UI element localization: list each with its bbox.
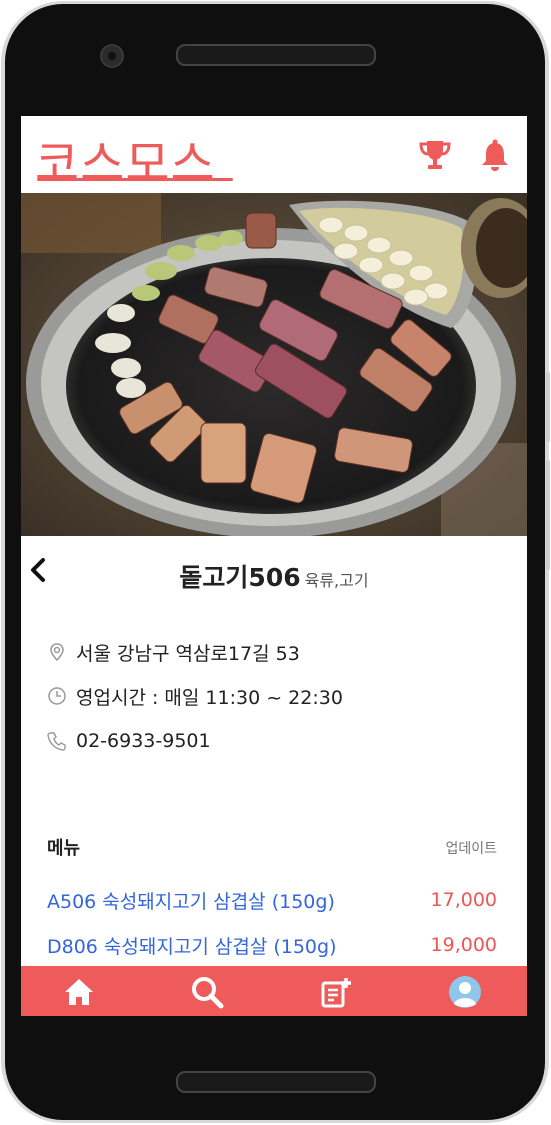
side-button — [546, 372, 550, 442]
address-row: 서울 강남구 역삼로17길 53 — [47, 638, 300, 666]
trophy-icon[interactable] — [419, 138, 451, 172]
home-icon[interactable] — [61, 974, 97, 1010]
app-screen: 코스모스 돝고기506 육류,고기 서울 강남구 역삼로17길 53 영업시간 … — [21, 116, 527, 1016]
menu-item[interactable]: D806 숙성돼지고기 삼겹살 (150g) 19,000 — [47, 931, 497, 959]
menu-item-price: 17,000 — [430, 889, 497, 911]
menu-item[interactable]: A506 숙성돼지고기 삼겹살 (150g) 17,000 — [47, 886, 497, 914]
write-icon[interactable] — [318, 974, 354, 1010]
app-logo[interactable]: 코스모스 — [35, 124, 216, 194]
bottom-nav — [21, 966, 527, 1016]
bell-icon[interactable] — [479, 138, 511, 172]
logo-underline — [37, 178, 233, 181]
app-header: 코스모스 — [21, 116, 527, 193]
earpiece-speaker — [176, 44, 376, 66]
bottom-speaker — [176, 1071, 376, 1093]
profile-icon[interactable] — [447, 974, 483, 1010]
restaurant-title: 돝고기506 육류,고기 — [21, 558, 527, 594]
phone-text[interactable]: 02-6933-9501 — [76, 730, 211, 752]
restaurant-category: 육류,고기 — [304, 571, 369, 590]
menu-item-name[interactable]: D806 숙성돼지고기 삼겹살 (150g) — [47, 932, 337, 959]
restaurant-photo — [21, 193, 527, 536]
address-text: 서울 강남구 역삼로17길 53 — [76, 642, 300, 665]
volume-button — [546, 460, 550, 570]
menu-item-name[interactable]: A506 숙성돼지고기 삼겹살 (150g) — [47, 887, 335, 914]
restaurant-name: 돝고기506 — [179, 563, 301, 592]
hours-row: 영업시간 : 매일 11:30 ~ 22:30 — [47, 682, 343, 710]
phone-row[interactable]: 02-6933-9501 — [47, 727, 211, 755]
menu-item-price: 19,000 — [430, 934, 497, 956]
hours-text: 영업시간 : 매일 11:30 ~ 22:30 — [76, 686, 343, 709]
front-camera — [100, 44, 124, 68]
phone-icon — [47, 732, 66, 751]
search-icon[interactable] — [189, 974, 225, 1010]
menu-title: 메뉴 — [47, 838, 81, 859]
clock-icon — [48, 687, 66, 705]
location-icon — [50, 643, 64, 662]
menu-update-link[interactable]: 업데이트 — [445, 838, 497, 858]
